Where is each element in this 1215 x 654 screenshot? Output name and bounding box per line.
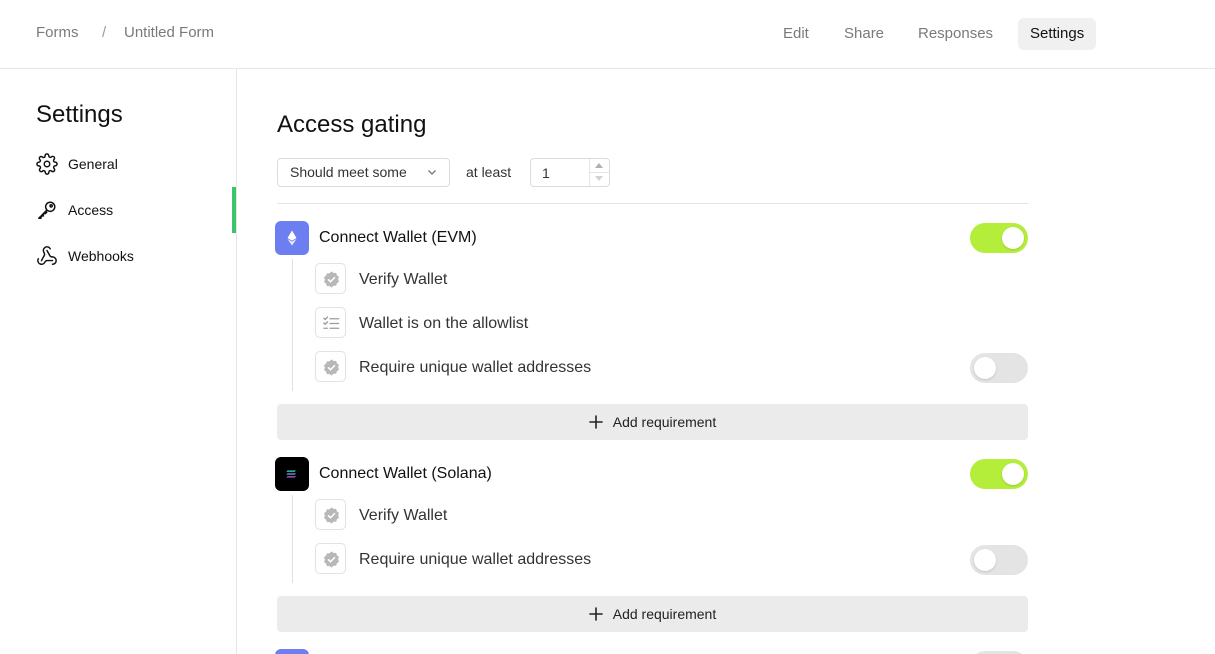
- breadcrumb-form-title[interactable]: Untitled Form: [124, 24, 214, 41]
- tab-responses[interactable]: Responses: [906, 18, 1005, 50]
- sidebar-item-access[interactable]: Access: [36, 198, 113, 222]
- plus-icon: [588, 415, 603, 429]
- stepper-controls[interactable]: [589, 159, 609, 186]
- plus-icon: [588, 607, 603, 621]
- sidebar-title: Settings: [36, 101, 123, 128]
- breadcrumb-separator: /: [102, 24, 107, 41]
- evm-unique-addresses-toggle[interactable]: [970, 353, 1028, 383]
- sidebar-item-general[interactable]: General: [36, 152, 118, 176]
- increment-arrow-icon[interactable]: [595, 163, 603, 168]
- webhook-icon: [37, 246, 57, 265]
- tab-settings[interactable]: Settings: [1018, 18, 1097, 50]
- checklist-icon: [315, 307, 346, 338]
- gear-icon: [36, 153, 58, 175]
- stepper-divider: [590, 172, 609, 173]
- section-divider: [277, 203, 1028, 204]
- toggle-knob: [974, 357, 996, 379]
- toggle-knob: [1002, 463, 1024, 485]
- sidebar-item-webhooks[interactable]: Webhooks: [36, 244, 134, 268]
- add-requirement-label: Add requirement: [612, 414, 717, 430]
- condition-select[interactable]: Should meet some: [277, 158, 450, 187]
- verified-badge-icon: [315, 263, 346, 294]
- active-indicator: [232, 187, 236, 233]
- provider-title-evm: Connect Wallet (EVM): [319, 229, 477, 246]
- solana-enabled-toggle[interactable]: [970, 459, 1028, 489]
- toggle-knob: [974, 549, 996, 571]
- toggle-knob: [1002, 227, 1024, 249]
- at-least-label: at least: [466, 164, 512, 180]
- add-requirement-label: Add requirement: [612, 606, 717, 622]
- at-least-input[interactable]: [531, 159, 587, 186]
- solana-unique-addresses-toggle[interactable]: [970, 545, 1028, 575]
- verified-badge-icon: [315, 499, 346, 530]
- sidebar-item-label: General: [68, 156, 118, 172]
- tree-connector: [292, 259, 293, 391]
- chevron-down-icon: [428, 170, 436, 175]
- settings-sidebar: Settings General Access Webhooks: [0, 69, 237, 654]
- requirement-label: Require unique wallet addresses: [359, 551, 592, 568]
- breadcrumb-forms-link[interactable]: Forms: [36, 24, 79, 41]
- sidebar-item-label: Access: [68, 202, 114, 218]
- decrement-arrow-icon[interactable]: [595, 176, 603, 181]
- verified-badge-icon: [315, 351, 346, 382]
- top-bar: Forms / Untitled Form Edit Share Respons…: [0, 0, 1215, 69]
- evm-enabled-toggle[interactable]: [970, 223, 1028, 253]
- tab-share[interactable]: Share: [832, 18, 896, 50]
- requirement-label: Verify Wallet: [359, 271, 448, 288]
- verified-badge-icon: [315, 543, 346, 574]
- key-icon: [38, 201, 56, 219]
- ethereum-icon: [275, 221, 309, 255]
- requirement-label: Wallet is on the allowlist: [359, 315, 529, 332]
- access-gating-panel: Access gating Should meet some at least …: [275, 69, 1028, 654]
- add-requirement-button[interactable]: Add requirement: [277, 596, 1028, 632]
- add-requirement-button[interactable]: Add requirement: [277, 404, 1028, 440]
- sidebar-item-label: Webhooks: [68, 248, 134, 264]
- at-least-stepper[interactable]: [530, 158, 610, 187]
- tab-edit[interactable]: Edit: [771, 18, 821, 50]
- tree-connector: [292, 495, 293, 583]
- provider-title-solana: Connect Wallet (Solana): [319, 465, 492, 482]
- solana-icon: [275, 457, 309, 491]
- condition-select-value: Should meet some: [290, 164, 407, 180]
- requirement-label: Require unique wallet addresses: [359, 359, 592, 376]
- requirement-label: Verify Wallet: [359, 507, 448, 524]
- ethereum-icon: [275, 649, 309, 654]
- page-title: Access gating: [277, 111, 427, 138]
